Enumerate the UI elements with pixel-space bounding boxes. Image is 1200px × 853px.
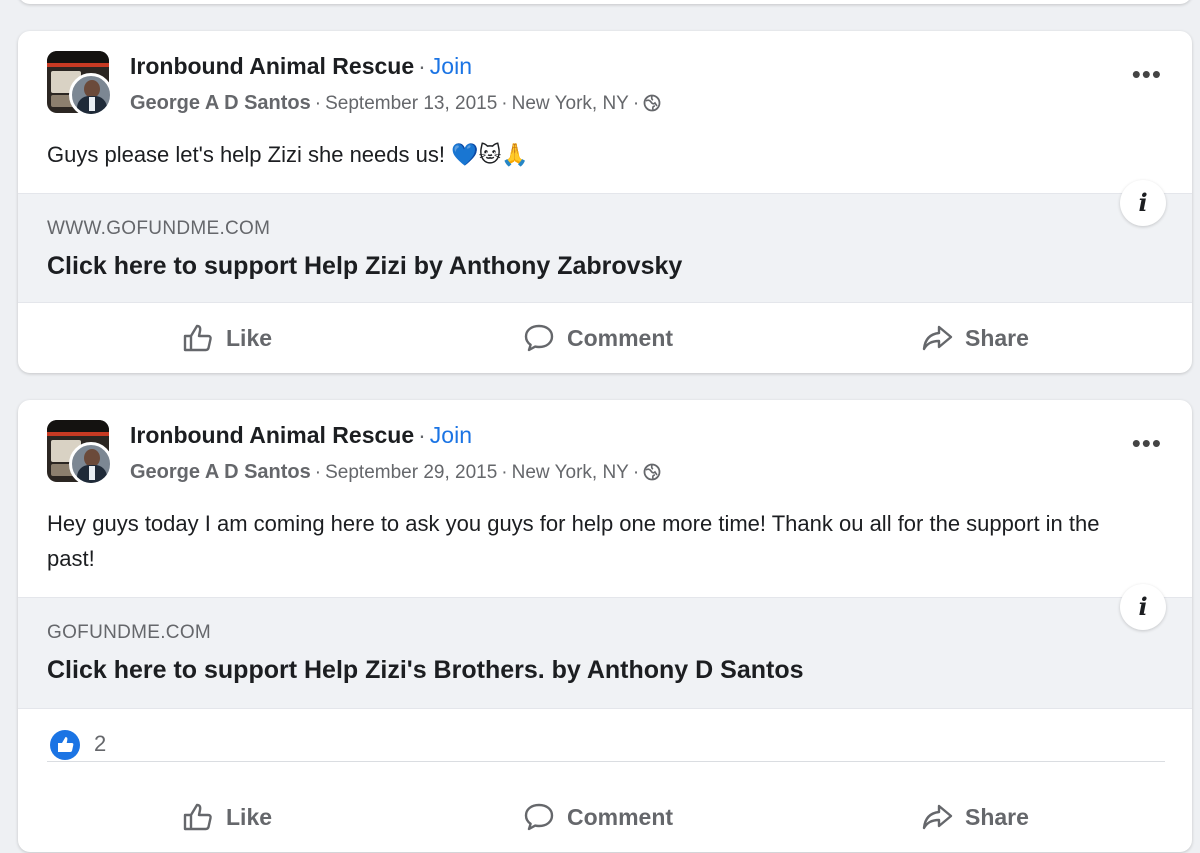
more-options-icon[interactable]: ••• [1132,61,1162,87]
avatar[interactable] [47,51,113,117]
separator: · [314,462,322,483]
group-line: Ironbound Animal Rescue · Join [130,422,472,449]
comment-icon [524,803,554,831]
comment-button[interactable]: Comment [523,303,673,373]
comment-icon [524,324,554,352]
comment-label: Comment [567,324,674,351]
like-button[interactable]: Like [182,303,272,373]
share-arrow-icon [922,804,953,830]
author-link[interactable]: George A D Santos [130,461,311,483]
user-avatar[interactable] [69,73,113,117]
comment-button[interactable]: Comment [523,782,673,852]
like-reaction-icon [50,730,80,760]
action-bar: Like Comment Share [18,782,1192,852]
author-link[interactable]: George A D Santos [130,92,311,114]
group-name-link[interactable]: Ironbound Animal Rescue [130,53,414,79]
avatar[interactable] [47,420,113,486]
post-text: Guys please let's help Zizi she needs us… [47,142,529,167]
like-button[interactable]: Like [182,782,272,852]
user-avatar[interactable] [69,442,113,486]
separator: · [418,53,426,79]
info-icon[interactable]: i [1120,180,1166,226]
separator: · [501,93,508,114]
share-label: Share [965,324,1029,351]
group-line: Ironbound Animal Rescue · Join [130,53,472,80]
action-bar: Like Comment Share [18,303,1192,373]
share-button[interactable]: Share [921,303,1029,373]
thumbs-up-icon [183,803,212,831]
link-preview[interactable]: GOFUNDME.COM Click here to support Help … [18,584,1192,709]
share-label: Share [965,803,1029,830]
link-domain: GOFUNDME.COM [47,622,212,643]
join-button[interactable]: Join [430,53,472,79]
previous-post-card [18,0,1192,4]
separator: · [314,93,322,114]
link-title[interactable]: Click here to support Help Zizi by Antho… [47,252,682,281]
link-title[interactable]: Click here to support Help Zizi's Brothe… [47,656,804,685]
globe-icon[interactable] [643,94,661,112]
more-options-icon[interactable]: ••• [1132,430,1162,456]
post-date[interactable]: September 29, 2015 [325,462,497,483]
post-date[interactable]: September 13, 2015 [325,93,497,114]
separator: · [418,422,426,448]
link-domain: WWW.GOFUNDME.COM [47,218,271,239]
join-button[interactable]: Join [430,422,472,448]
separator: · [632,93,640,114]
separator: · [632,462,640,483]
link-preview[interactable]: WWW.GOFUNDME.COM Click here to support H… [18,180,1192,303]
share-button[interactable]: Share [921,782,1029,852]
post-location[interactable]: New York, NY [512,462,629,483]
like-label: Like [226,324,273,351]
post-location[interactable]: New York, NY [512,93,629,114]
post-card: Ironbound Animal Rescue · Join George A D … [18,400,1192,852]
reactions-summary[interactable]: 2 [47,722,1165,762]
globe-icon[interactable] [643,463,661,481]
thumbs-up-icon [183,324,212,352]
post-header: Ironbound Animal Rescue · Join George A D … [18,31,1192,123]
info-icon[interactable]: i [1120,584,1166,630]
group-name-link[interactable]: Ironbound Animal Rescue [130,422,414,448]
post-header: Ironbound Animal Rescue · Join George A D … [18,400,1192,492]
post-text: Hey guys today I am coming here to ask y… [47,511,1100,571]
comment-label: Comment [567,803,674,830]
separator: · [501,462,508,483]
share-arrow-icon [922,325,953,351]
reaction-count[interactable]: 2 [94,731,106,757]
post-meta: George A D Santos · September 29, 2015 · New… [130,461,661,484]
post-card: Ironbound Animal Rescue · Join George A D … [18,31,1192,373]
post-meta: George A D Santos · September 13, 2015 · New… [130,92,661,115]
like-label: Like [226,803,273,830]
